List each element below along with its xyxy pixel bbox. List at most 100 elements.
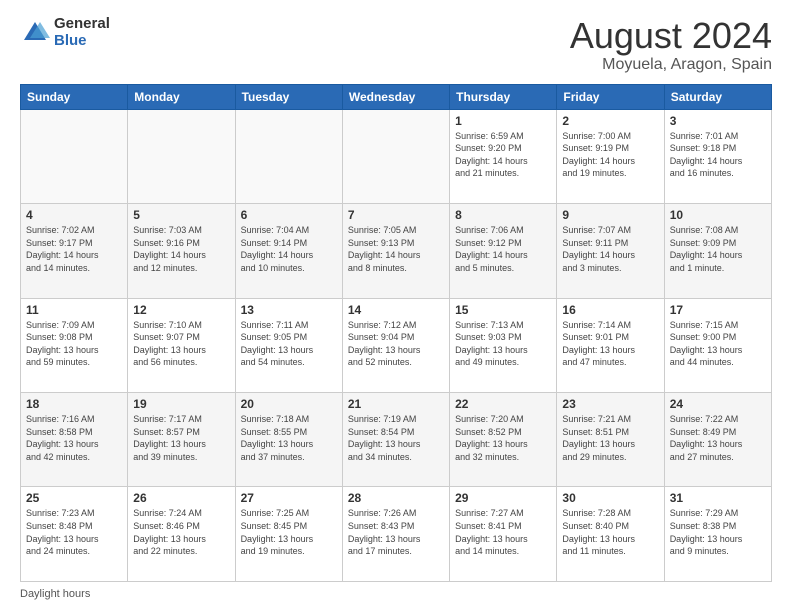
calendar-cell: 29Sunrise: 7:27 AM Sunset: 8:41 PM Dayli… bbox=[450, 487, 557, 582]
calendar-table: SundayMondayTuesdayWednesdayThursdayFrid… bbox=[20, 84, 772, 582]
calendar-cell: 20 Sunrise: 7:18 AM Sunset: 8:55 PM Dayli… bbox=[235, 393, 342, 487]
day-info: Sunrise: 7:03 AM Sunset: 9:16 PM Dayligh… bbox=[133, 224, 229, 274]
calendar-cell: 8Sunrise: 7:06 AM Sunset: 9:12 PM Daylig… bbox=[450, 204, 557, 298]
calendar-week-5: 25 Sunrise: 7:23 AM Sunset: 8:48 PM Dayli… bbox=[21, 487, 772, 582]
logo-blue: Blue bbox=[54, 33, 110, 50]
day-info: Sunrise: 7:09 AM Sunset: 9:08 PM Dayligh… bbox=[26, 319, 122, 369]
calendar-cell: 24Sunrise: 7:22 AM Sunset: 8:49 PM Dayli… bbox=[664, 393, 771, 487]
logo-general: General bbox=[54, 16, 110, 33]
day-number: 26 bbox=[133, 491, 229, 505]
day-number: 17 bbox=[670, 303, 766, 317]
calendar-cell: 5 Sunrise: 7:03 AM Sunset: 9:16 PM Daylig… bbox=[128, 204, 235, 298]
day-info: Sunrise: 7:21 AM Sunset: 8:51 PM Dayligh… bbox=[562, 413, 658, 463]
subtitle: Moyuela, Aragon, Spain bbox=[570, 56, 772, 74]
day-number: 24 bbox=[670, 397, 766, 411]
calendar-cell: 15 Sunrise: 7:13 AM Sunset: 9:03 PM Dayli… bbox=[450, 298, 557, 392]
calendar-cell: 7Sunrise: 7:05 AM Sunset: 9:13 PM Daylig… bbox=[342, 204, 449, 298]
calendar-header-sunday: Sunday bbox=[21, 84, 128, 109]
calendar-cell bbox=[342, 109, 449, 203]
calendar-cell: 17 Sunrise: 7:15 AM Sunset: 9:00 PM Dayli… bbox=[664, 298, 771, 392]
day-number: 27 bbox=[241, 491, 337, 505]
day-number: 19 bbox=[133, 397, 229, 411]
day-info: Sunrise: 7:24 AM Sunset: 8:46 PM Dayligh… bbox=[133, 507, 229, 557]
page: General Blue August 2024 Moyuela, Aragon… bbox=[0, 0, 792, 612]
calendar-cell: 3 Sunrise: 7:01 AM Sunset: 9:18 PM Daylig… bbox=[664, 109, 771, 203]
logo: General Blue bbox=[20, 16, 110, 49]
calendar-week-4: 18 Sunrise: 7:16 AM Sunset: 8:58 PM Dayli… bbox=[21, 393, 772, 487]
calendar-week-3: 11 Sunrise: 7:09 AM Sunset: 9:08 PM Dayli… bbox=[21, 298, 772, 392]
calendar-cell: 2 Sunrise: 7:00 AM Sunset: 9:19 PM Daylig… bbox=[557, 109, 664, 203]
calendar-cell: 25 Sunrise: 7:23 AM Sunset: 8:48 PM Dayli… bbox=[21, 487, 128, 582]
day-number: 14 bbox=[348, 303, 444, 317]
calendar-week-1: 1 Sunrise: 6:59 AM Sunset: 9:20 PM Daylig… bbox=[21, 109, 772, 203]
day-number: 15 bbox=[455, 303, 551, 317]
day-info: Sunrise: 7:16 AM Sunset: 8:58 PM Dayligh… bbox=[26, 413, 122, 463]
calendar-cell: 4Sunrise: 7:02 AM Sunset: 9:17 PM Daylig… bbox=[21, 204, 128, 298]
calendar-cell: 10Sunrise: 7:08 AM Sunset: 9:09 PM Dayli… bbox=[664, 204, 771, 298]
day-number: 21 bbox=[348, 397, 444, 411]
calendar-cell: 6 Sunrise: 7:04 AM Sunset: 9:14 PM Daylig… bbox=[235, 204, 342, 298]
calendar-cell: 14Sunrise: 7:12 AM Sunset: 9:04 PM Dayli… bbox=[342, 298, 449, 392]
calendar-cell: 22Sunrise: 7:20 AM Sunset: 8:52 PM Dayli… bbox=[450, 393, 557, 487]
day-info: Sunrise: 7:05 AM Sunset: 9:13 PM Dayligh… bbox=[348, 224, 444, 274]
day-number: 25 bbox=[26, 491, 122, 505]
footer-text: Daylight hours bbox=[20, 588, 90, 600]
day-number: 13 bbox=[241, 303, 337, 317]
footer: Daylight hours bbox=[20, 588, 772, 600]
day-number: 6 bbox=[241, 208, 337, 222]
calendar-cell: 11 Sunrise: 7:09 AM Sunset: 9:08 PM Dayli… bbox=[21, 298, 128, 392]
calendar-cell bbox=[235, 109, 342, 203]
calendar-header-monday: Monday bbox=[128, 84, 235, 109]
calendar-cell: 1 Sunrise: 6:59 AM Sunset: 9:20 PM Daylig… bbox=[450, 109, 557, 203]
calendar-cell bbox=[21, 109, 128, 203]
calendar-header-saturday: Saturday bbox=[664, 84, 771, 109]
day-info: Sunrise: 7:17 AM Sunset: 8:57 PM Dayligh… bbox=[133, 413, 229, 463]
day-number: 30 bbox=[562, 491, 658, 505]
day-info: Sunrise: 7:23 AM Sunset: 8:48 PM Dayligh… bbox=[26, 507, 122, 557]
day-number: 23 bbox=[562, 397, 658, 411]
calendar-cell: 9Sunrise: 7:07 AM Sunset: 9:11 PM Daylig… bbox=[557, 204, 664, 298]
day-info: Sunrise: 7:01 AM Sunset: 9:18 PM Dayligh… bbox=[670, 130, 766, 180]
logo-icon bbox=[20, 18, 50, 48]
day-number: 10 bbox=[670, 208, 766, 222]
day-number: 1 bbox=[455, 114, 551, 128]
day-number: 20 bbox=[241, 397, 337, 411]
calendar-cell: 19 Sunrise: 7:17 AM Sunset: 8:57 PM Dayli… bbox=[128, 393, 235, 487]
day-number: 12 bbox=[133, 303, 229, 317]
day-info: Sunrise: 7:29 AM Sunset: 8:38 PM Dayligh… bbox=[670, 507, 766, 557]
calendar-cell: 23 Sunrise: 7:21 AM Sunset: 8:51 PM Dayli… bbox=[557, 393, 664, 487]
day-info: Sunrise: 6:59 AM Sunset: 9:20 PM Dayligh… bbox=[455, 130, 551, 180]
day-info: Sunrise: 7:13 AM Sunset: 9:03 PM Dayligh… bbox=[455, 319, 551, 369]
day-info: Sunrise: 7:25 AM Sunset: 8:45 PM Dayligh… bbox=[241, 507, 337, 557]
calendar-cell: 21Sunrise: 7:19 AM Sunset: 8:54 PM Dayli… bbox=[342, 393, 449, 487]
calendar-cell: 28Sunrise: 7:26 AM Sunset: 8:43 PM Dayli… bbox=[342, 487, 449, 582]
day-info: Sunrise: 7:15 AM Sunset: 9:00 PM Dayligh… bbox=[670, 319, 766, 369]
day-info: Sunrise: 7:28 AM Sunset: 8:40 PM Dayligh… bbox=[562, 507, 658, 557]
calendar-header-tuesday: Tuesday bbox=[235, 84, 342, 109]
main-title: August 2024 bbox=[570, 16, 772, 56]
day-number: 31 bbox=[670, 491, 766, 505]
day-info: Sunrise: 7:00 AM Sunset: 9:19 PM Dayligh… bbox=[562, 130, 658, 180]
day-number: 11 bbox=[26, 303, 122, 317]
day-info: Sunrise: 7:27 AM Sunset: 8:41 PM Dayligh… bbox=[455, 507, 551, 557]
calendar-cell: 31 Sunrise: 7:29 AM Sunset: 8:38 PM Dayli… bbox=[664, 487, 771, 582]
calendar-cell: 18 Sunrise: 7:16 AM Sunset: 8:58 PM Dayli… bbox=[21, 393, 128, 487]
day-number: 18 bbox=[26, 397, 122, 411]
day-number: 9 bbox=[562, 208, 658, 222]
day-number: 3 bbox=[670, 114, 766, 128]
calendar-week-2: 4Sunrise: 7:02 AM Sunset: 9:17 PM Daylig… bbox=[21, 204, 772, 298]
calendar-header-row: SundayMondayTuesdayWednesdayThursdayFrid… bbox=[21, 84, 772, 109]
day-info: Sunrise: 7:14 AM Sunset: 9:01 PM Dayligh… bbox=[562, 319, 658, 369]
day-number: 2 bbox=[562, 114, 658, 128]
header: General Blue August 2024 Moyuela, Aragon… bbox=[20, 16, 772, 74]
day-info: Sunrise: 7:26 AM Sunset: 8:43 PM Dayligh… bbox=[348, 507, 444, 557]
calendar-cell: 16 Sunrise: 7:14 AM Sunset: 9:01 PM Dayli… bbox=[557, 298, 664, 392]
calendar-cell: 26 Sunrise: 7:24 AM Sunset: 8:46 PM Dayli… bbox=[128, 487, 235, 582]
calendar-cell: 12Sunrise: 7:10 AM Sunset: 9:07 PM Dayli… bbox=[128, 298, 235, 392]
logo-text: General Blue bbox=[54, 16, 110, 49]
day-info: Sunrise: 7:18 AM Sunset: 8:55 PM Dayligh… bbox=[241, 413, 337, 463]
calendar-cell: 27 Sunrise: 7:25 AM Sunset: 8:45 PM Dayli… bbox=[235, 487, 342, 582]
day-number: 16 bbox=[562, 303, 658, 317]
day-info: Sunrise: 7:04 AM Sunset: 9:14 PM Dayligh… bbox=[241, 224, 337, 274]
day-number: 5 bbox=[133, 208, 229, 222]
